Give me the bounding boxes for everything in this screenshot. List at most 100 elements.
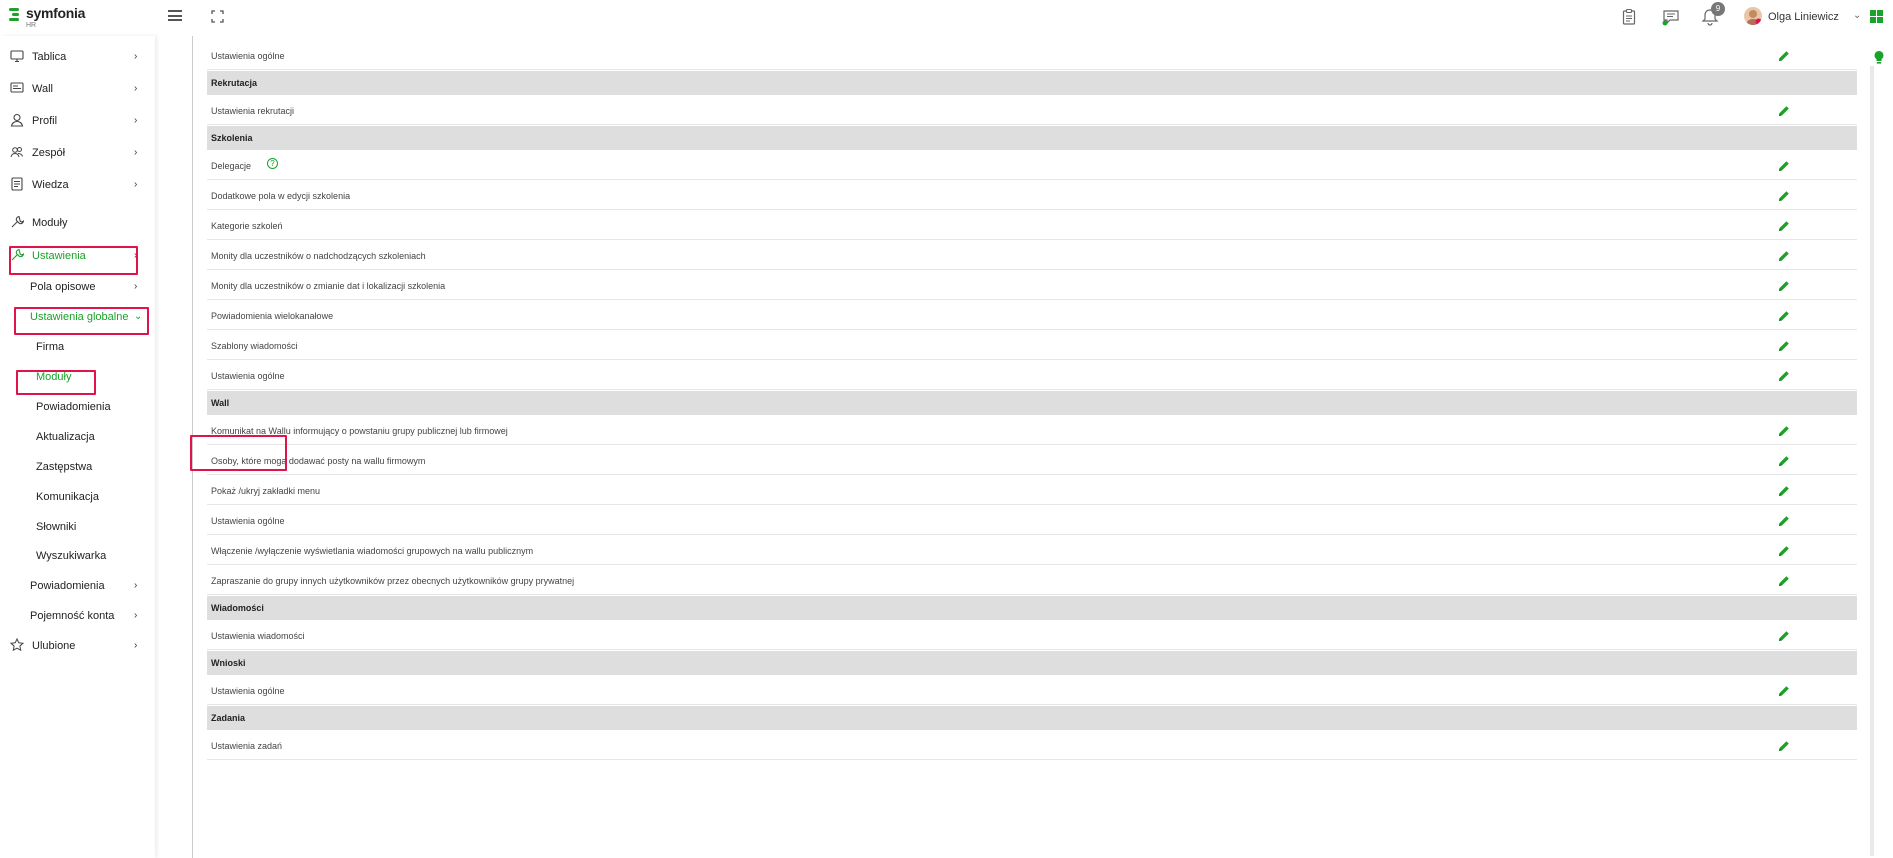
sidebar-item-label: Zespół: [32, 147, 66, 159]
list-item-label: Szablony wiadomości: [211, 340, 298, 351]
list-item: Monity dla uczestników o zmianie dat i l…: [207, 271, 1857, 300]
sidebar-item-komunikacja[interactable]: Komunikacja: [0, 486, 150, 508]
list-item-label: Ustawienia zadań: [211, 740, 283, 751]
edit-icon[interactable]: [1777, 219, 1791, 233]
edit-icon[interactable]: [1777, 544, 1791, 558]
list-item: Ustawienia ogólne: [207, 361, 1857, 390]
sidebar-item-label: Firma: [36, 341, 65, 353]
sidebar-item-label: Wall: [32, 83, 53, 95]
list-item: Pokaż /ukryj zakładki menu: [207, 476, 1857, 505]
edit-icon[interactable]: [1777, 104, 1791, 118]
sidebar-item-pola-opisowe[interactable]: Pola opisowe ›: [0, 276, 150, 298]
user-name[interactable]: Olga Liniewicz: [1768, 11, 1839, 23]
chevron-right-icon: ›: [134, 281, 138, 292]
document-icon: [11, 177, 23, 191]
avatar[interactable]: [1744, 7, 1762, 25]
edit-icon[interactable]: [1777, 514, 1791, 528]
list-item: Ustawienia ogólne: [207, 41, 1857, 70]
sidebar-item-aktualizacja[interactable]: Aktualizacja: [0, 426, 150, 448]
chevron-right-icon: ›: [134, 115, 138, 126]
logo[interactable]: symfonia HR: [9, 5, 85, 29]
list-item-label: Ustawienia rekrutacji: [211, 105, 295, 116]
list-item-label: Ustawienia ogólne: [211, 515, 285, 526]
help-icon[interactable]: ?: [267, 157, 278, 169]
sidebar-item-tablica[interactable]: Tablica ›: [0, 46, 150, 68]
edit-icon[interactable]: [1777, 309, 1791, 323]
symfonia-logo-icon: [9, 8, 21, 24]
notification-count-badge: 9: [1711, 2, 1725, 16]
menu-toggle-icon[interactable]: [168, 10, 182, 21]
sidebar-item-wiedza[interactable]: Wiedza ›: [0, 174, 150, 196]
section-title: Wnioski: [211, 658, 246, 668]
sidebar: Tablica › Wall › Profil › Zespół › Wiedz…: [0, 36, 155, 858]
sidebar-item-label: Słowniki: [36, 521, 77, 533]
list-item-label: Włączenie /wyłączenie wyświetlania wiado…: [211, 545, 534, 556]
section-title: Szkolenia: [211, 133, 253, 143]
edit-icon[interactable]: [1777, 684, 1791, 698]
sidebar-item-label: Profil: [32, 115, 58, 127]
sidebar-item-powiadomienia[interactable]: Powiadomienia ›: [0, 575, 150, 597]
star-icon: [10, 638, 24, 652]
wall-icon: [10, 82, 24, 93]
fullscreen-icon[interactable]: [211, 10, 224, 23]
sidebar-item-ustawienia-globalne[interactable]: Ustawienia globalne ⌄: [0, 306, 150, 328]
sidebar-item-label: Komunikacja: [36, 491, 99, 503]
edit-icon[interactable]: [1777, 49, 1791, 63]
edit-icon[interactable]: [1777, 159, 1791, 173]
section-title: Wall: [211, 398, 230, 408]
sidebar-item-powiadomienia-global[interactable]: Powiadomienia: [0, 396, 150, 418]
edit-icon[interactable]: [1777, 454, 1791, 468]
edit-icon[interactable]: [1777, 484, 1791, 498]
top-bar: symfonia HR 9 Olga Liniewicz ⌄: [0, 0, 1893, 36]
list-item-label: Zapraszanie do grupy innych użytkowników…: [211, 575, 575, 586]
lightbulb-icon[interactable]: [1873, 50, 1885, 66]
sidebar-item-label: Powiadomienia: [36, 401, 111, 413]
section-header: Wall: [207, 391, 1857, 415]
edit-icon[interactable]: [1777, 339, 1791, 353]
chevron-right-icon: ›: [134, 610, 138, 621]
sidebar-item-moduly-global[interactable]: Moduły: [0, 366, 150, 388]
sidebar-item-zastepstwa[interactable]: Zastępstwa: [0, 456, 150, 478]
section-header: Rekrutacja: [207, 71, 1857, 95]
list-item-label: Monity dla uczestników o nadchodzących s…: [211, 250, 426, 261]
edit-icon[interactable]: [1777, 279, 1791, 293]
list-item-label: Delegacje: [211, 160, 252, 171]
sidebar-item-label: Powiadomienia: [30, 580, 105, 592]
sidebar-item-wyszukiwarka[interactable]: Wyszukiwarka: [0, 545, 150, 567]
list-item: Komunikat na Wallu informujący o powstan…: [207, 416, 1857, 445]
edit-icon[interactable]: [1777, 369, 1791, 383]
clipboard-icon[interactable]: [1620, 8, 1638, 26]
list-item: Ustawienia ogólne: [207, 676, 1857, 705]
apps-grid-icon[interactable]: [1870, 10, 1883, 23]
sidebar-item-ustawienia[interactable]: Ustawienia ›: [0, 245, 150, 267]
sidebar-item-firma[interactable]: Firma: [0, 336, 150, 358]
messages-icon[interactable]: [1662, 8, 1680, 26]
sidebar-item-label: Wyszukiwarka: [36, 550, 107, 562]
chevron-down-icon: ⌄: [134, 311, 143, 322]
chevron-right-icon: ›: [134, 250, 138, 261]
sidebar-item-wall[interactable]: Wall ›: [0, 78, 150, 100]
list-item: Włączenie /wyłączenie wyświetlania wiado…: [207, 536, 1857, 565]
list-item-label: Powiadomienia wielokanałowe: [211, 310, 334, 321]
scrollbar[interactable]: [1870, 66, 1874, 856]
edit-icon[interactable]: [1777, 629, 1791, 643]
edit-icon[interactable]: [1777, 424, 1791, 438]
section-header: Szkolenia: [207, 126, 1857, 150]
list-item-label: Ustawienia wiadomości: [211, 630, 305, 641]
sidebar-item-profil[interactable]: Profil ›: [0, 110, 150, 132]
chevron-down-icon[interactable]: ⌄: [1853, 10, 1861, 21]
edit-icon[interactable]: [1777, 249, 1791, 263]
section-title: Zadania: [211, 713, 246, 723]
list-item-label: Monity dla uczestników o zmianie dat i l…: [211, 280, 446, 291]
edit-icon[interactable]: [1777, 189, 1791, 203]
list-item: Monity dla uczestników o nadchodzących s…: [207, 241, 1857, 270]
sidebar-item-ulubione[interactable]: Ulubione ›: [0, 635, 150, 657]
sidebar-item-label: Tablica: [32, 51, 67, 63]
edit-icon[interactable]: [1777, 574, 1791, 588]
edit-icon[interactable]: [1777, 739, 1791, 753]
sidebar-item-moduly[interactable]: Moduły: [0, 212, 150, 234]
sidebar-item-pojemnosc-konta[interactable]: Pojemność konta ›: [0, 605, 150, 627]
sidebar-item-slowniki[interactable]: Słowniki: [0, 516, 150, 538]
sidebar-item-label: Moduły: [32, 217, 68, 229]
sidebar-item-zespol[interactable]: Zespół ›: [0, 142, 150, 164]
